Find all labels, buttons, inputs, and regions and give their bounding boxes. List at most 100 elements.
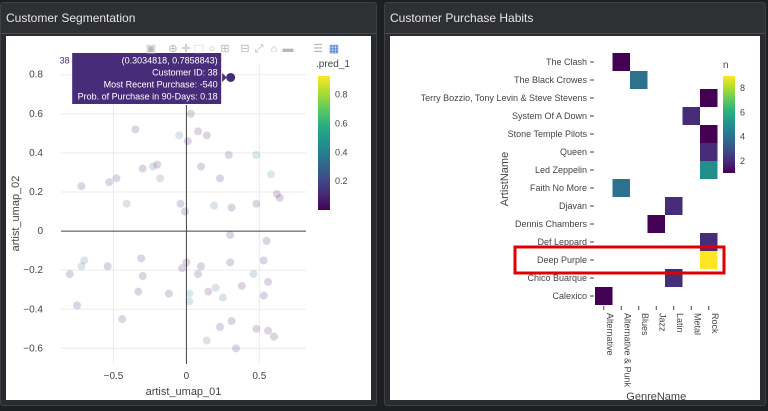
scatter-point[interactable] [210,201,219,210]
heatmap-cell[interactable] [595,287,613,305]
hovered-point[interactable] [226,72,236,82]
heatmap-plot[interactable]: The Clash The Black Crowes Terry Bozzio, T… [390,36,760,400]
zoom-icon[interactable]: ⊕ [168,43,177,55]
heatmap-cell[interactable] [700,251,718,269]
scatter-point[interactable] [183,137,192,146]
scatter-point[interactable] [267,170,275,179]
pan-icon[interactable]: ✛ [181,43,190,55]
scatter-point[interactable] [185,297,194,306]
heatmap-cell[interactable] [612,179,631,197]
scatter-point[interactable] [262,236,271,245]
scatter-point[interactable] [105,178,114,187]
scatter-plot[interactable]: −0.5 0 0.5 −0.6 −0.4 −0.2 0 0.2 0.4 0.6 0.8 artist_… [6,36,371,400]
scatter-point[interactable] [131,125,140,134]
plotly-logo-icon[interactable]: ▦ [329,43,339,55]
scatter-point[interactable] [77,262,86,271]
scatter-point[interactable] [65,270,74,279]
scatter-point[interactable] [197,262,205,271]
y-tick-label: 0.6 [29,109,43,120]
heatmap-cell[interactable] [700,125,718,143]
zoom-in-icon[interactable]: ⊞ [220,43,229,55]
scatter-point[interactable] [218,293,227,302]
scatter-point[interactable] [202,131,211,140]
scatter-point[interactable] [227,203,236,212]
scatter-point[interactable] [138,272,147,281]
scatter-point[interactable] [194,127,203,136]
scatter-point[interactable] [148,162,157,171]
autoscale-icon[interactable]: ⤢ [255,43,264,55]
genre-tick-label: Alternative & Punk [622,313,632,388]
heatmap-cell[interactable] [700,161,718,179]
scatter-point[interactable] [215,174,224,183]
scatter-point[interactable] [259,291,268,300]
scatter-point[interactable] [112,174,121,183]
camera-icon[interactable]: ▣ [146,43,156,55]
scatter-point[interactable] [226,231,235,239]
scatter-point[interactable] [252,199,261,208]
y-tick-label: 0.2 [29,187,43,198]
heatmap-cell[interactable] [612,53,631,71]
panel-title: Customer Purchase Habits [385,3,765,34]
scatter-point[interactable] [224,150,233,159]
scatter-point[interactable] [175,131,184,140]
scatter-point[interactable] [103,262,112,271]
scatter-point[interactable] [134,287,143,296]
scatter-plot-area[interactable]: −0.5 0 0.5 −0.6 −0.4 −0.2 0 0.2 0.4 0.6 0.8 artist_… [6,36,371,400]
heatmap-cell[interactable] [700,89,718,107]
scatter-point[interactable] [227,317,236,325]
artist-tick-label: Deep Purple [537,255,587,265]
scatter-point[interactable] [197,162,205,171]
x-tick-label: 0 [184,371,190,382]
scatter-point[interactable] [215,322,224,331]
heatmap-plot-area[interactable]: The Clash The Black Crowes Terry Bozzio, T… [390,36,760,400]
artist-tick-label: The Black Crowes [514,75,588,85]
compare-hover-icon[interactable]: ☰ [313,43,323,55]
reset-axes-icon[interactable]: ⌂ [271,43,278,55]
heatmap-cell[interactable] [665,197,683,215]
colorbar [723,76,735,173]
scatter-point[interactable] [137,254,146,263]
scatter-point[interactable] [122,199,131,208]
zoom-out-icon[interactable]: ⊟ [240,43,249,55]
colorbar-tick-label: 0.2 [335,176,348,186]
box-select-icon[interactable]: ⬚ [194,43,204,55]
scatter-point[interactable] [202,336,211,345]
heatmap-cell[interactable] [647,215,666,233]
artist-tick-label: Dennis Chambers [515,219,588,229]
scatter-point[interactable] [185,289,194,298]
colorbar-tick-label: 8 [740,83,745,93]
scatter-point[interactable] [237,281,246,290]
heatmap-cell[interactable] [630,71,648,89]
scatter-point[interactable] [249,270,258,279]
scatter-point[interactable] [252,150,261,159]
scatter-point[interactable] [164,289,173,298]
scatter-point[interactable] [176,199,185,208]
artist-tick-label: Calexico [552,291,587,301]
scatter-point[interactable] [269,332,278,341]
heatmap-cell[interactable] [682,107,701,125]
scatter-point[interactable] [232,344,240,353]
scatter-point[interactable] [226,258,235,267]
scatter-point[interactable] [156,174,165,183]
scatter-point[interactable] [211,283,220,292]
scatter-point[interactable] [178,264,187,273]
scatter-point[interactable] [118,315,127,324]
lasso-icon[interactable]: ○ [209,43,216,55]
scatter-point[interactable] [275,193,284,202]
scatter-point[interactable] [77,182,86,191]
heatmap-cell[interactable] [700,143,718,161]
scatter-point[interactable] [186,109,195,118]
scatter-point[interactable] [180,207,189,216]
scatter-point[interactable] [194,270,203,279]
hover-tooltip-line: Most Recent Purchase: -540 [104,79,218,89]
scatter-point[interactable] [204,287,213,296]
scatter-point[interactable] [138,164,147,173]
genre-tick-label: Alternative [605,313,615,356]
scatter-point[interactable] [264,326,273,335]
spike-lines-icon[interactable]: ▬ [283,43,294,55]
genre-tick-label: Rock [710,313,720,334]
scatter-point[interactable] [73,301,82,310]
scatter-point[interactable] [252,324,261,333]
scatter-point[interactable] [264,277,273,286]
scatter-point[interactable] [259,256,268,265]
